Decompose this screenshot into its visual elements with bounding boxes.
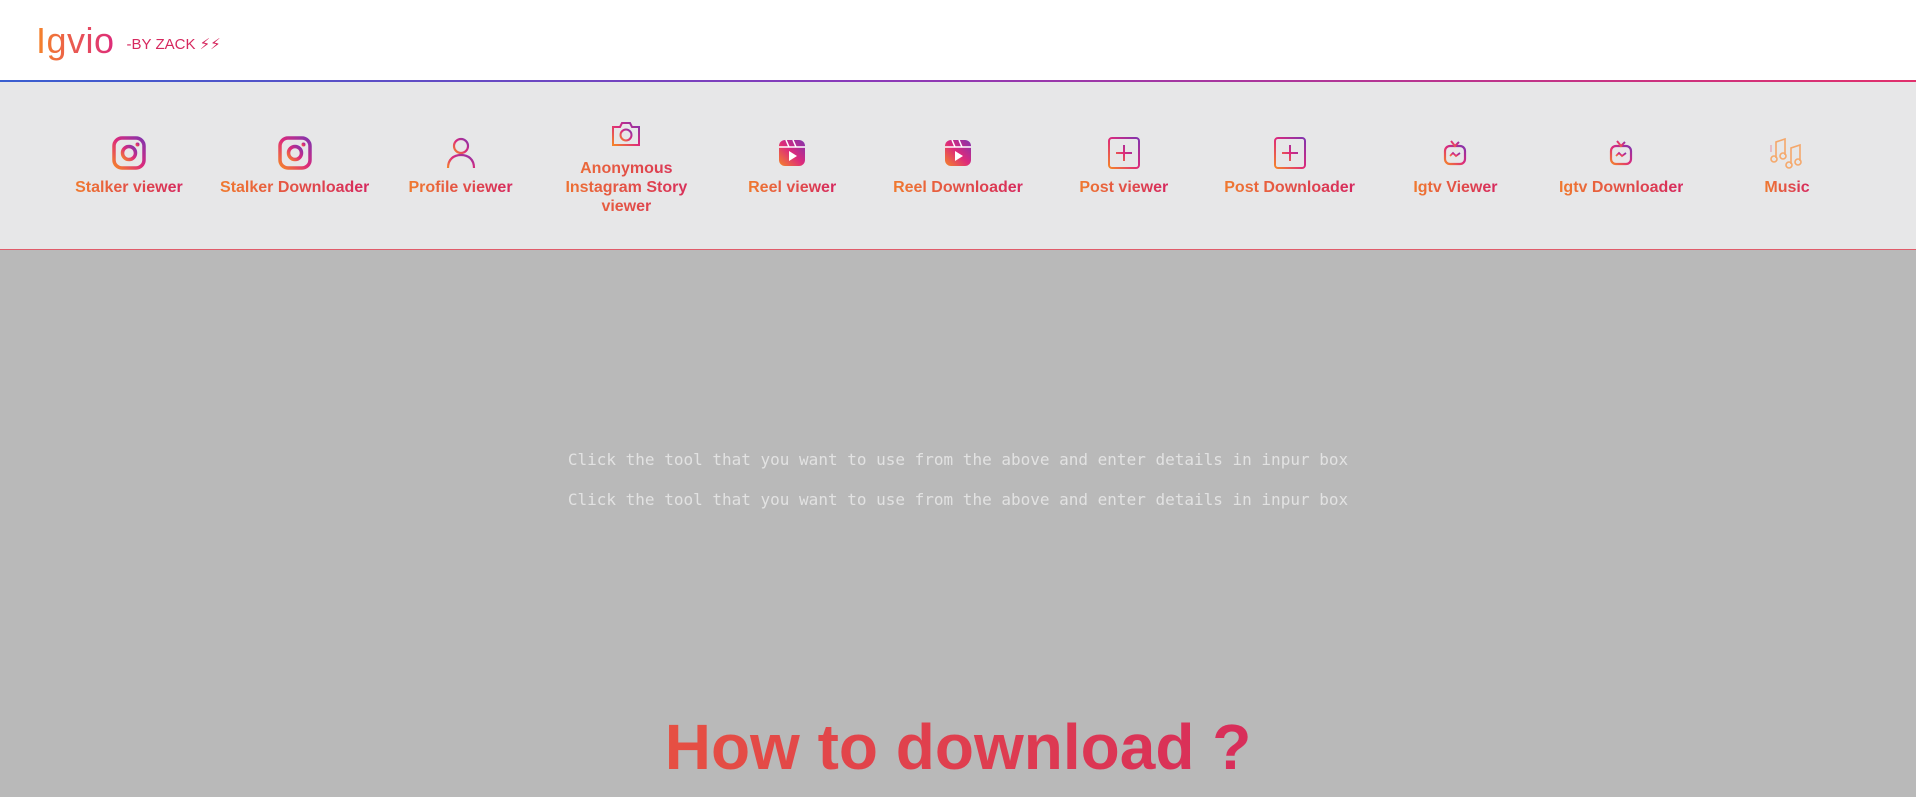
tool-music[interactable]: Music [1712, 134, 1862, 197]
main-content: Click the tool that you want to use from… [0, 250, 1916, 797]
header: Igvio -BY ZACK ⚡⚡ [0, 0, 1916, 82]
tool-anonymous-story-viewer[interactable]: Anonymous Instagram Story viewer [551, 115, 701, 216]
reel-icon [939, 134, 977, 172]
tool-igtv-viewer[interactable]: Igtv Viewer [1380, 134, 1530, 197]
music-icon [1768, 134, 1806, 172]
tool-label: Anonymous Instagram Story viewer [551, 159, 701, 216]
tool-igtv-downloader[interactable]: Igtv Downloader [1546, 134, 1696, 197]
how-to-download-heading: How to download ? [0, 710, 1916, 784]
instruction-text: Click the tool that you want to use from… [567, 450, 1349, 469]
tool-label: Profile viewer [408, 179, 513, 196]
tool-label: Reel viewer [748, 179, 837, 196]
tool-label: Reel Downloader [893, 179, 1023, 196]
tool-label: Post Downloader [1224, 179, 1355, 196]
tool-label: Igtv Viewer [1413, 179, 1498, 196]
tool-stalker-viewer[interactable]: Stalker viewer [54, 134, 204, 197]
igtv-icon [1436, 134, 1474, 172]
tool-label: Post viewer [1079, 179, 1169, 196]
camera-icon [607, 115, 645, 153]
instruction-text-repeat: Click the tool that you want to use from… [567, 490, 1349, 509]
tool-bar: Stalker viewer Stalker Downloader Profil… [0, 82, 1916, 250]
tool-label: Stalker Downloader [220, 179, 370, 196]
tool-post-downloader[interactable]: Post Downloader [1215, 134, 1365, 197]
tool-reel-downloader[interactable]: Reel Downloader [883, 134, 1033, 197]
tool-stalker-downloader[interactable]: Stalker Downloader [220, 134, 370, 197]
tool-label: Igtv Downloader [1558, 179, 1684, 196]
instagram-icon [276, 134, 314, 172]
byline: -BY ZACK ⚡⚡ [126, 36, 221, 53]
tool-post-viewer[interactable]: Post viewer [1049, 134, 1199, 197]
user-icon [442, 134, 480, 172]
plus-square-icon [1105, 134, 1143, 172]
instagram-icon [110, 134, 148, 172]
igtv-icon [1602, 134, 1640, 172]
reel-icon [773, 134, 811, 172]
tool-profile-viewer[interactable]: Profile viewer [386, 134, 536, 197]
tool-label: Music [1764, 179, 1810, 196]
plus-square-icon [1271, 134, 1309, 172]
tool-reel-viewer[interactable]: Reel viewer [717, 134, 867, 197]
tool-label: Stalker viewer [75, 179, 183, 196]
logo[interactable]: Igvio [36, 20, 115, 62]
